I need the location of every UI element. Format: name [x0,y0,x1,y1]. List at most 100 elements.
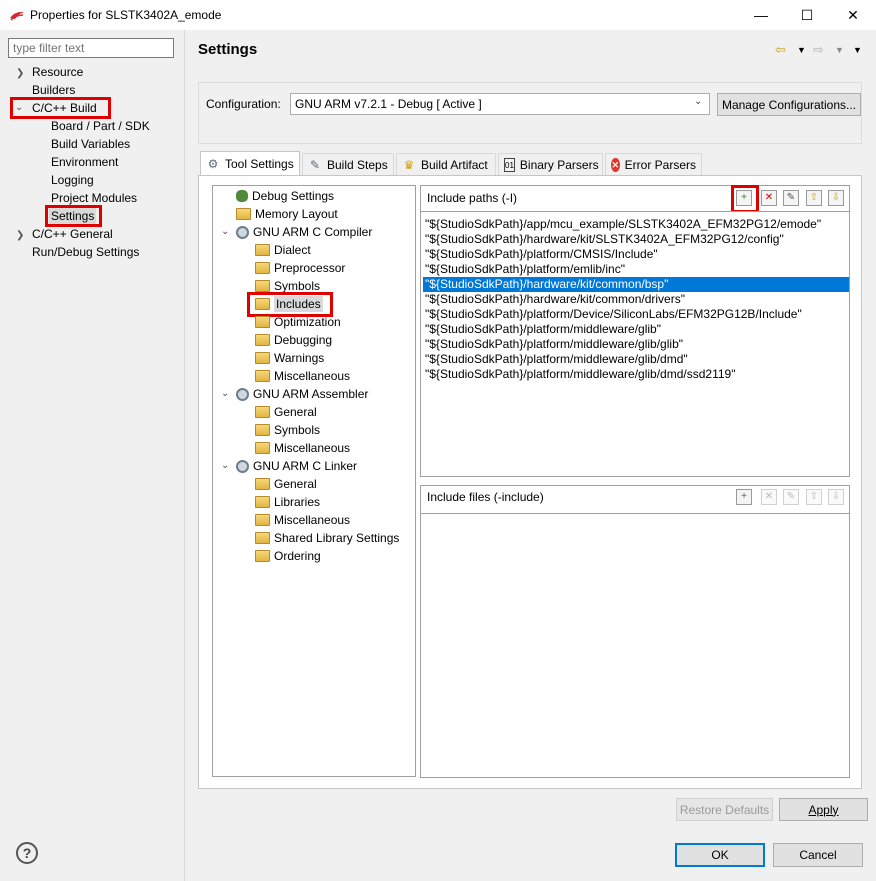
folder-icon [255,424,270,436]
tree-item-ordering[interactable]: Ordering [255,548,321,564]
list-item[interactable]: "${StudioSdkPath}/platform/emlib/inc" [423,262,849,277]
tree-item-warnings[interactable]: Warnings [255,350,324,366]
tree-item-label: GNU ARM Assembler [253,387,369,401]
nav-item-logging[interactable]: Logging [49,172,96,188]
tree-item-miscellaneous[interactable]: Miscellaneous [255,368,350,384]
trophy-icon: ♛ [403,157,415,172]
configuration-value: GNU ARM v7.2.1 - Debug [ Active ] [295,97,482,111]
tree-item-shared-library-settings[interactable]: Shared Library Settings [255,530,399,546]
tree-item-label: Ordering [274,549,321,563]
ok-label: OK [711,848,729,862]
nav-item-board-part-sdk[interactable]: Board / Part / SDK [49,118,152,134]
tree-item-optimization[interactable]: Optimization [255,314,341,330]
tree-item-gnu-arm-assembler[interactable]: GNU ARM Assembler [236,386,368,402]
tree-item-label: Warnings [274,351,325,365]
add-file-icon[interactable]: + [736,489,752,505]
chevron-down-icon[interactable]: ⌄ [221,226,229,237]
forward-dropdown-icon[interactable]: ▼ [835,45,844,55]
chevron-right-icon[interactable]: ❯ [16,230,24,241]
close-button[interactable]: ✕ [830,0,876,30]
back-arrow-icon[interactable]: ⇦ [775,42,786,58]
nav-item-project-modules[interactable]: Project Modules [49,190,139,206]
tree-item-miscellaneous[interactable]: Miscellaneous [255,440,350,456]
tab-tool-settings[interactable]: ⚙ Tool Settings [200,151,300,175]
view-menu-icon[interactable]: ▼ [853,45,862,55]
nav-item-run-debug-settings[interactable]: Run/Debug Settings [30,244,141,260]
tool-settings-icon: ⚙ [207,156,219,171]
title-bar: Properties for SLSTK3402A_emode — ☐ ✕ [0,0,876,30]
nav-item-resource[interactable]: Resource [30,64,85,80]
tab-binary-parsers[interactable]: 01 Binary Parsers [498,153,603,175]
gear-icon [236,459,249,473]
minimize-button[interactable]: — [738,0,784,30]
list-item[interactable]: "${StudioSdkPath}/platform/middleware/gl… [423,337,849,352]
list-item[interactable]: "${StudioSdkPath}/platform/Device/Silico… [423,307,849,322]
tree-item-label: Libraries [274,495,321,509]
back-dropdown-icon[interactable]: ▼ [797,45,806,55]
tab-build-artifact[interactable]: ♛ Build Artifact [396,153,496,175]
chevron-right-icon[interactable]: ❯ [16,68,24,79]
tree-item-preprocessor[interactable]: Preprocessor [255,260,345,276]
nav-item-cc-general[interactable]: C/C++ General [30,226,115,242]
tree-item-label: Symbols [274,423,321,437]
move-up-icon[interactable]: ⇧ [806,489,822,505]
list-item[interactable]: "${StudioSdkPath}/hardware/kit/SLSTK3402… [423,232,849,247]
list-item[interactable]: "${StudioSdkPath}/hardware/kit/common/dr… [423,292,849,307]
tree-item-label: GNU ARM C Compiler [253,225,373,239]
delete-file-icon[interactable]: ✕ [761,489,777,505]
tree-item-memory-layout[interactable]: Memory Layout [236,206,338,222]
folder-icon [255,334,270,346]
chevron-down-icon[interactable]: ⌄ [221,388,229,399]
help-icon[interactable]: ? [16,842,38,864]
tree-item-gnu-arm-c-linker[interactable]: GNU ARM C Linker [236,458,357,474]
tree-item-libraries[interactable]: Libraries [255,494,320,510]
folder-icon [236,208,251,220]
chevron-down-icon[interactable]: ⌄ [221,460,229,471]
tree-item-miscellaneous[interactable]: Miscellaneous [255,512,350,528]
folder-icon [255,514,270,526]
tree-item-debug-settings[interactable]: Debug Settings [236,188,334,204]
tree-item-general[interactable]: General [255,476,317,492]
tree-item-general[interactable]: General [255,404,317,420]
move-down-icon[interactable]: ⇩ [828,489,844,505]
include-files-list [420,513,850,778]
configuration-select[interactable]: GNU ARM v7.2.1 - Debug [ Active ] [290,93,710,115]
nav-item-build-variables[interactable]: Build Variables [49,136,132,152]
tree-item-debugging[interactable]: Debugging [255,332,332,348]
tab-build-steps[interactable]: ✎ Build Steps [302,153,394,175]
tree-item-gnu-arm-c-compiler[interactable]: GNU ARM C Compiler [236,224,372,240]
list-item-selected[interactable]: "${StudioSdkPath}/hardware/kit/common/bs… [423,277,849,292]
nav-item-builders[interactable]: Builders [30,82,77,98]
edit-path-icon[interactable]: ✎ [783,190,799,206]
list-item[interactable]: "${StudioSdkPath}/platform/CMSIS/Include… [423,247,849,262]
apply-button[interactable]: Apply [779,798,868,821]
highlight-box [45,205,102,227]
maximize-button[interactable]: ☐ [784,0,830,30]
delete-path-icon[interactable]: ✕ [761,190,777,206]
chevron-down-icon[interactable]: ⌄ [694,96,702,107]
include-paths-list: "${StudioSdkPath}/app/mcu_example/SLSTK3… [420,211,850,477]
forward-arrow-icon[interactable]: ⇨ [813,42,824,58]
tree-item-label: General [274,405,317,419]
cancel-button[interactable]: Cancel [773,843,863,867]
ok-button[interactable]: OK [675,843,765,867]
list-item[interactable]: "${StudioSdkPath}/platform/middleware/gl… [423,367,849,382]
list-item[interactable]: "${StudioSdkPath}/app/mcu_example/SLSTK3… [423,217,849,232]
move-up-icon[interactable]: ⇧ [806,190,822,206]
nav-item-environment[interactable]: Environment [49,154,120,170]
manage-configurations-button[interactable]: Manage Configurations... [717,93,861,116]
tree-item-symbols[interactable]: Symbols [255,422,320,438]
error-icon: ✕ [611,157,620,172]
filter-input[interactable] [8,38,174,58]
list-item[interactable]: "${StudioSdkPath}/platform/middleware/gl… [423,352,849,367]
folder-icon [255,280,270,292]
tree-item-dialect[interactable]: Dialect [255,242,311,258]
tab-error-parsers[interactable]: ✕ Error Parsers [605,153,702,175]
folder-icon [255,496,270,508]
maximize-icon: ☐ [800,6,814,23]
move-down-icon[interactable]: ⇩ [828,190,844,206]
list-item[interactable]: "${StudioSdkPath}/platform/middleware/gl… [423,322,849,337]
edit-file-icon[interactable]: ✎ [783,489,799,505]
restore-defaults-button[interactable]: Restore Defaults [676,798,773,821]
folder-icon [255,532,270,544]
